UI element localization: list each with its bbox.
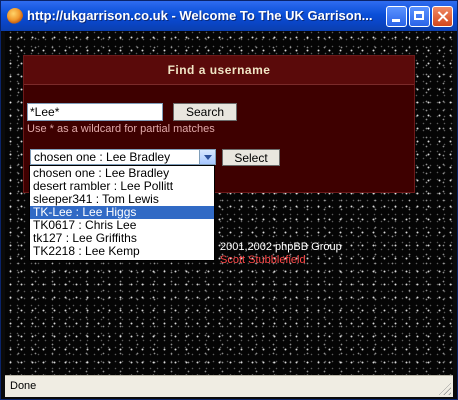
search-button[interactable]: Search	[173, 103, 237, 121]
select-current-value: chosen one : Lee Bradley	[34, 150, 171, 164]
panel-heading: Find a username	[24, 56, 414, 85]
username-select[interactable]: chosen one : Lee Bradley	[30, 149, 216, 165]
status-text: Done	[10, 380, 37, 392]
username-dropdown-list: chosen one : Lee Bradley desert rambler …	[29, 165, 215, 261]
title-bar[interactable]: http://ukgarrison.co.uk - Welcome To The…	[1, 1, 457, 31]
copyright-text: 2001,2002 phpBB Group	[220, 241, 342, 253]
username-search-input[interactable]	[27, 103, 163, 121]
firefox-icon	[7, 8, 23, 24]
maximize-icon	[410, 7, 429, 26]
chevron-down-icon	[204, 155, 212, 160]
browser-window: http://ukgarrison.co.uk - Welcome To The…	[0, 0, 458, 400]
page-content: Find a username Search Use * as a wildca…	[5, 31, 453, 375]
maximize-button[interactable]	[409, 6, 430, 27]
dropdown-option[interactable]: TK2218 : Lee Kemp	[30, 245, 214, 258]
author-link[interactable]: Scott Stubblefield	[220, 254, 306, 266]
resize-grip-icon[interactable]	[439, 383, 451, 395]
minimize-icon	[387, 7, 406, 26]
dropdown-arrow-button[interactable]	[199, 150, 215, 164]
close-icon	[433, 7, 452, 26]
close-button[interactable]	[432, 6, 453, 27]
minimize-button[interactable]	[386, 6, 407, 27]
window-title: http://ukgarrison.co.uk - Welcome To The…	[27, 8, 373, 23]
wildcard-hint: Use * as a wildcard for partial matches	[27, 123, 215, 135]
select-button[interactable]: Select	[222, 149, 280, 166]
status-bar: Done	[5, 375, 453, 397]
